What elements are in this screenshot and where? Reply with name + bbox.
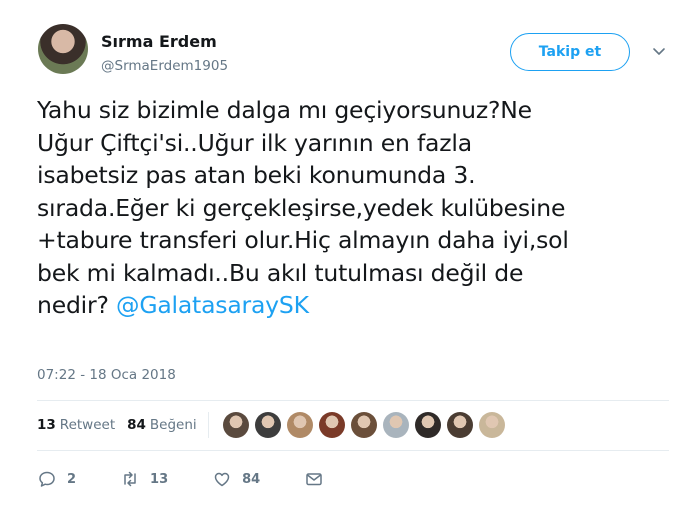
tweet-line: bek mi kalmadı..Bu akıl tutulması değil … — [37, 258, 524, 287]
retweet-stat[interactable]: 13 Retweet — [37, 417, 115, 433]
like-stat[interactable]: 84 Beğeni — [127, 417, 197, 433]
retweet-icon — [124, 471, 136, 487]
tweet-line: +tabure transferi olur.Hiç almayın daha … — [37, 226, 569, 254]
retweet-stat-label: Retweet — [59, 417, 116, 433]
tweet-card: Sırma Erdem @SrmaErdem1905 Takip et Yahu… — [0, 0, 700, 519]
tweet-line-text: nedir? — [37, 291, 117, 319]
liker-avatar[interactable] — [255, 412, 281, 438]
like-stat-label: Beğeni — [149, 417, 197, 433]
liker-avatar[interactable] — [319, 412, 345, 438]
author-avatar[interactable] — [38, 24, 88, 74]
liker-avatar[interactable] — [415, 412, 441, 438]
heart-icon — [214, 472, 230, 487]
chevron-down-icon[interactable] — [652, 44, 666, 58]
envelope-icon — [306, 473, 322, 486]
liker-avatar[interactable] — [287, 412, 313, 438]
like-count: 84 — [242, 471, 261, 487]
tweet-line: Uğur Çiftçi'si..Uğur ilk yarının en fazl… — [37, 128, 472, 157]
retweet-button[interactable]: 13 — [120, 469, 168, 489]
tweet-timestamp[interactable]: 07:22 - 18 Oca 2018 — [37, 367, 176, 383]
like-button[interactable]: 84 — [212, 469, 260, 489]
liker-avatar[interactable] — [479, 412, 505, 438]
tweet-text: Yahu siz bizimle dalga mı geçiyorsunuz?N… — [37, 94, 687, 322]
direct-message-button[interactable] — [304, 469, 334, 489]
like-stat-count: 84 — [127, 417, 146, 433]
reply-count: 2 — [67, 471, 77, 487]
author-name[interactable]: Sırma Erdem — [101, 32, 217, 51]
likers-list — [223, 412, 511, 438]
author-handle[interactable]: @SrmaErdem1905 — [101, 58, 228, 74]
liker-avatar[interactable] — [351, 412, 377, 438]
liker-avatar[interactable] — [383, 412, 409, 438]
divider — [37, 400, 669, 401]
reply-button[interactable]: 2 — [37, 469, 76, 489]
tweet-stats: 13 Retweet 84 Beğeni — [37, 412, 209, 438]
tweet-line: sırada.Eğer ki gerçekleşirse,yedek kulüb… — [37, 193, 566, 222]
stats-separator — [208, 412, 209, 438]
tweet-line: Yahu siz bizimle dalga mı geçiyorsunuz?N… — [37, 96, 532, 124]
follow-button[interactable]: Takip et — [510, 33, 630, 71]
reply-icon — [39, 471, 55, 487]
divider — [37, 450, 669, 451]
retweet-stat-count: 13 — [37, 417, 56, 433]
retweet-count: 13 — [150, 471, 169, 487]
tweet-line: isabetsiz pas atan beki konumunda 3. — [37, 161, 476, 189]
tweet-line: nedir? @GalatasaraySK — [37, 289, 687, 322]
tweet-actions: 2 13 84 — [37, 466, 378, 492]
mention-link[interactable]: @GalatasaraySK — [116, 291, 309, 319]
liker-avatar[interactable] — [223, 412, 249, 438]
liker-avatar[interactable] — [447, 412, 473, 438]
